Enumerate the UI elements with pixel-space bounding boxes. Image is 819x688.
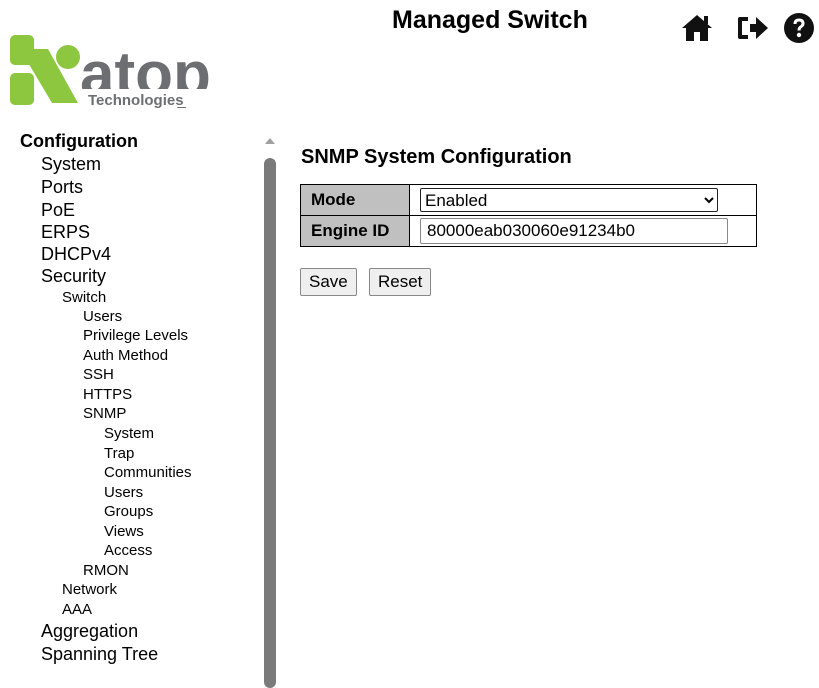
sidebar-item-https[interactable]: HTTPS (83, 386, 132, 403)
engine-id-row: Engine ID (300, 215, 757, 247)
mode-select[interactable]: Enabled (420, 188, 718, 212)
sidebar-item-rmon[interactable]: RMON (83, 562, 129, 579)
sidebar-item-spanning-tree[interactable]: Spanning Tree (41, 644, 158, 665)
sidebar-item-snmp-groups[interactable]: Groups (104, 503, 153, 520)
atop-logo: atop Technologies (10, 35, 211, 109)
sidebar-item-users[interactable]: Users (83, 308, 122, 325)
logo-subtitle: Technologies (88, 92, 184, 109)
sidebar-item-security[interactable]: Security (41, 266, 106, 287)
sidebar-item-system[interactable]: System (41, 154, 101, 175)
scrollbar-thumb[interactable] (264, 158, 276, 688)
sidebar-item-ports[interactable]: Ports (41, 177, 83, 198)
sidebar-item-configuration[interactable]: Configuration (20, 131, 138, 152)
sidebar-item-network[interactable]: Network (62, 581, 117, 598)
sidebar-item-switch[interactable]: Switch (62, 289, 106, 306)
sidebar-scrollbar[interactable] (262, 128, 278, 688)
page-title: SNMP System Configuration (301, 146, 572, 168)
sidebar-item-snmp-users[interactable]: Users (104, 484, 143, 501)
sidebar-item-snmp-access[interactable]: Access (104, 542, 152, 559)
help-icon[interactable] (782, 11, 816, 45)
sidebar-item-poe[interactable]: PoE (41, 200, 75, 221)
sidebar-item-dhcpv4[interactable]: DHCPv4 (41, 244, 111, 265)
home-icon[interactable] (680, 11, 714, 45)
logo-mark (10, 35, 80, 105)
sidebar-item-auth-method[interactable]: Auth Method (83, 347, 168, 364)
engine-id-input[interactable] (420, 218, 728, 244)
sidebar-item-snmp-system[interactable]: System (104, 425, 154, 442)
sidebar-nav: Configuration System Ports PoE ERPS DHCP… (0, 128, 262, 668)
sidebar-item-aggregation[interactable]: Aggregation (41, 621, 138, 642)
sidebar-item-privilege-levels[interactable]: Privilege Levels (83, 327, 188, 344)
logout-icon[interactable] (736, 11, 770, 45)
snmp-config-table: Mode Enabled Engine ID (300, 184, 757, 247)
sidebar-item-aaa[interactable]: AAA (62, 601, 92, 618)
mode-label: Mode (300, 184, 410, 216)
sidebar-item-snmp-views[interactable]: Views (104, 523, 144, 540)
engine-id-label: Engine ID (300, 215, 410, 247)
reset-button[interactable]: Reset (369, 268, 432, 296)
app-title: Managed Switch (392, 6, 588, 34)
sidebar-item-ssh[interactable]: SSH (83, 366, 114, 383)
sidebar-item-snmp-trap[interactable]: Trap (104, 445, 134, 462)
mode-row: Mode Enabled (300, 184, 757, 216)
scroll-up-arrow-icon[interactable] (265, 138, 275, 144)
save-button[interactable]: Save (300, 268, 357, 296)
sidebar-item-snmp[interactable]: SNMP (83, 405, 126, 422)
sidebar-item-snmp-communities[interactable]: Communities (104, 464, 192, 481)
sidebar-item-erps[interactable]: ERPS (41, 222, 90, 243)
